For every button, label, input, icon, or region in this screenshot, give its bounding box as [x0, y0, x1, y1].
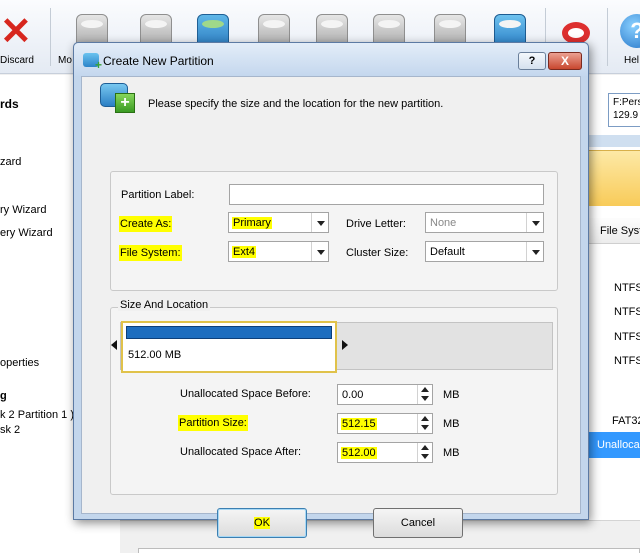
- cancel-button[interactable]: Cancel: [373, 508, 463, 538]
- drive-letter-label: Drive Letter:: [346, 218, 406, 230]
- partition-label-input[interactable]: [229, 184, 544, 205]
- cluster-size-label: Cluster Size:: [346, 247, 409, 259]
- help-icon[interactable]: ?: [620, 14, 640, 48]
- spin-down-icon[interactable]: [421, 454, 429, 459]
- file-system-value: Ext4: [232, 246, 257, 258]
- partition-block[interactable]: 512.00 MB: [121, 321, 337, 373]
- table-cell-file-system[interactable]: NTFS: [614, 306, 640, 318]
- ok-button[interactable]: OK: [217, 508, 307, 538]
- discard-label[interactable]: Discard: [0, 55, 34, 66]
- discard-icon[interactable]: ✕: [0, 13, 32, 51]
- table-cell-file-system[interactable]: NTFS: [614, 331, 640, 343]
- partition-block-size: 512.00 MB: [128, 349, 182, 361]
- partition-size-value: 512.15: [341, 418, 377, 430]
- pending-item[interactable]: k 2 Partition 1 ): [0, 409, 74, 421]
- wizard-item[interactable]: ry Wizard: [0, 204, 46, 216]
- unit-label: MB: [443, 389, 460, 401]
- toolbar-separator: [50, 8, 51, 66]
- horizontal-scrollbar[interactable]: [138, 548, 640, 553]
- create-partition-dialog: Create New Partition ? X + Please specif…: [73, 42, 589, 538]
- help-label[interactable]: Hel: [624, 55, 639, 66]
- create-as-value: Primary: [232, 217, 272, 229]
- chevron-down-icon[interactable]: [526, 213, 543, 232]
- partition-size-label: Partition Size:: [178, 415, 248, 431]
- plus-icon: +: [115, 93, 135, 113]
- move-label[interactable]: Mo: [58, 55, 72, 66]
- spin-up-icon[interactable]: [421, 416, 429, 421]
- table-cell-file-system[interactable]: NTFS: [614, 355, 640, 367]
- unit-label: MB: [443, 447, 460, 459]
- resize-handle-left-icon[interactable]: [111, 340, 117, 350]
- cluster-size-value: Default: [430, 246, 465, 258]
- unit-label: MB: [443, 418, 460, 430]
- disk-partition-size: 129.9: [613, 110, 639, 121]
- chevron-down-icon[interactable]: [311, 213, 328, 232]
- spin-up-icon[interactable]: [421, 445, 429, 450]
- disk-strip: [588, 135, 640, 147]
- wizard-item[interactable]: zard: [0, 156, 21, 168]
- size-location-title: Size And Location: [118, 299, 211, 311]
- unallocated-before-input[interactable]: 0.00: [337, 384, 433, 405]
- spin-up-icon[interactable]: [421, 387, 429, 392]
- resize-handle-right-icon[interactable]: [342, 340, 348, 350]
- chevron-down-icon[interactable]: [526, 242, 543, 261]
- create-as-select[interactable]: Primary: [228, 212, 329, 233]
- table-cell-file-system[interactable]: FAT32: [612, 415, 640, 427]
- ok-button-label: OK: [254, 517, 270, 529]
- cluster-size-select[interactable]: Default: [425, 241, 544, 262]
- create-as-label: Create As:: [119, 216, 173, 232]
- column-header-file-system[interactable]: File Syst: [588, 218, 640, 244]
- spinner[interactable]: [417, 385, 432, 404]
- file-system-label: File System:: [119, 245, 182, 261]
- unallocated-before-value: 0.00: [342, 389, 364, 401]
- close-button[interactable]: X: [548, 52, 582, 70]
- partition-label-label: Partition Label:: [121, 189, 195, 201]
- table-cell-file-system[interactable]: NTFS: [614, 282, 640, 294]
- unallocated-after-value: 512.00: [341, 447, 377, 459]
- spinner[interactable]: [417, 414, 432, 433]
- operation-item[interactable]: operties: [0, 357, 39, 369]
- table-row-unallocated[interactable]: Unalloca: [588, 432, 640, 458]
- create-partition-icon: [83, 53, 102, 71]
- unallocated-before-label: Unallocated Space Before:: [180, 388, 311, 400]
- disk-partition-box[interactable]: F:Pers 129.9: [608, 93, 640, 127]
- selected-disk-strip[interactable]: [588, 150, 640, 206]
- dialog-instructions: Please specify the size and the location…: [148, 98, 444, 110]
- dialog-title: Create New Partition: [103, 54, 214, 68]
- partition-size-input[interactable]: 512.15: [337, 413, 433, 434]
- drive-letter-value: None: [430, 217, 457, 229]
- wizards-heading: rds: [0, 97, 19, 111]
- drive-letter-select[interactable]: None: [425, 212, 544, 233]
- chevron-down-icon[interactable]: [311, 242, 328, 261]
- help-button[interactable]: ?: [518, 52, 546, 70]
- pending-item[interactable]: sk 2: [0, 424, 20, 436]
- spin-down-icon[interactable]: [421, 425, 429, 430]
- disk-partition-name: F:Pers: [613, 97, 640, 108]
- spinner[interactable]: [417, 443, 432, 462]
- unallocated-after-input[interactable]: 512.00: [337, 442, 433, 463]
- dialog-titlebar[interactable]: Create New Partition ? X: [74, 43, 588, 76]
- partition-usage-bar: [126, 326, 332, 339]
- dialog-body: + Please specify the size and the locati…: [81, 76, 581, 538]
- wizard-item[interactable]: ery Wizard: [0, 227, 53, 239]
- spin-down-icon[interactable]: [421, 396, 429, 401]
- file-system-select[interactable]: Ext4: [228, 241, 329, 262]
- unallocated-after-label: Unallocated Space After:: [180, 446, 302, 458]
- pending-heading: g: [0, 390, 7, 402]
- toolbar-separator: [607, 8, 608, 66]
- support-lifebuoy-icon[interactable]: [562, 22, 590, 44]
